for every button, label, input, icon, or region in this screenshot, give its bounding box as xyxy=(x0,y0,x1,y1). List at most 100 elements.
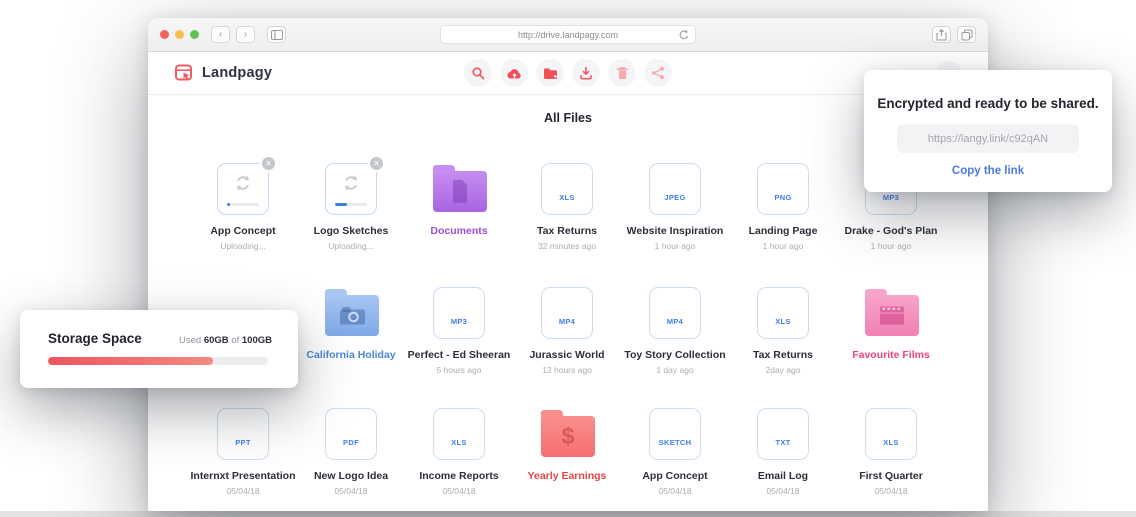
sync-icon xyxy=(340,172,362,194)
share-page-icon[interactable] xyxy=(932,26,951,43)
file-type-label: XLS xyxy=(865,438,917,447)
file-name: Logo Sketches xyxy=(314,225,389,237)
file-type-label: SKETCH xyxy=(649,438,701,447)
file-name: New Logo Idea xyxy=(314,470,388,482)
file-item[interactable]: XLSTax Returns2day ago xyxy=(729,287,837,375)
delete-button[interactable] xyxy=(608,59,636,87)
logo[interactable]: Landpagy xyxy=(174,63,272,84)
file-type-label: XLS xyxy=(541,193,593,202)
file-item[interactable]: JPEGWebsite Inspiration1 hour ago xyxy=(621,163,729,251)
new-folder-icon xyxy=(543,67,558,80)
folder-icon: $ xyxy=(541,416,595,457)
file-type-label: PNG xyxy=(757,193,809,202)
file-item[interactable]: XLSTax Returns32 minutes ago xyxy=(513,163,621,251)
file-item[interactable]: MP3Perfect - Ed Sheeran5 hours ago xyxy=(405,287,513,375)
file-row-1: ✕App ConceptUploading...✕Logo SketchesUp… xyxy=(189,163,945,251)
forward-button[interactable]: › xyxy=(236,26,255,43)
file-name: Documents xyxy=(430,225,487,237)
file-item[interactable]: TXTEmail Log05/04/18 xyxy=(729,408,837,496)
tabs-icon[interactable] xyxy=(957,26,976,43)
file-type-label: XLS xyxy=(757,317,809,326)
file-item[interactable]: California Holiday xyxy=(297,287,405,375)
back-button[interactable]: ‹ xyxy=(211,26,230,43)
file-tile: JPEG xyxy=(649,163,701,215)
upload-button[interactable] xyxy=(500,59,528,87)
file-name: Tax Returns xyxy=(753,349,813,361)
file-item[interactable]: PDF New Logo Idea 05/04/18 xyxy=(297,408,405,496)
file-name: App Concept xyxy=(642,470,707,482)
file-name: Internxt Presentation xyxy=(190,470,295,482)
file-tile xyxy=(325,287,377,339)
file-meta: 05/04/18 xyxy=(226,486,259,496)
upload-cancel-button[interactable]: ✕ xyxy=(262,157,275,170)
file-item[interactable]: Favourite Films xyxy=(837,287,945,375)
file-item[interactable]: MP4Toy Story Collection1 day ago xyxy=(621,287,729,375)
minimize-window-button[interactable] xyxy=(175,30,184,39)
file-item[interactable]: MP4Jurassic World12 hours ago xyxy=(513,287,621,375)
storage-usage-text: Used 60GB of 100GB xyxy=(179,335,272,346)
share-button[interactable] xyxy=(644,59,672,87)
trash-icon xyxy=(616,66,629,80)
browser-window: ‹ › http://drive.landpagy.com xyxy=(148,18,988,511)
toolbar xyxy=(464,59,672,87)
file-item[interactable]: ✕App ConceptUploading... xyxy=(189,163,297,251)
file-name: Tax Returns xyxy=(537,225,597,237)
new-folder-button[interactable] xyxy=(536,59,564,87)
file-item[interactable]: SKETCHApp Concept05/04/18 xyxy=(621,408,729,496)
zoom-window-button[interactable] xyxy=(190,30,199,39)
file-meta: 05/04/18 xyxy=(874,486,907,496)
file-meta: 1 day ago xyxy=(656,365,693,375)
file-item[interactable]: PPTInternxt Presentation05/04/18 xyxy=(189,408,297,496)
file-name: Jurassic World xyxy=(529,349,604,361)
file-name: Website Inspiration xyxy=(627,225,724,237)
file-item[interactable]: ✕Logo SketchesUploading... xyxy=(297,163,405,251)
file-item[interactable]: XLSIncome Reports05/04/18 xyxy=(405,408,513,496)
download-button[interactable] xyxy=(572,59,600,87)
file-tile xyxy=(433,163,485,215)
file-item[interactable]: PNG Landing Page 1 hour ago xyxy=(729,163,837,251)
upload-cloud-icon xyxy=(507,67,522,80)
sidebar-toggle-icon[interactable] xyxy=(267,26,286,43)
file-meta: 05/04/18 xyxy=(442,486,475,496)
share-icon xyxy=(651,66,665,80)
file-item[interactable]: XLS First Quarter 05/04/18 xyxy=(837,408,945,496)
file-meta: 05/04/18 xyxy=(766,486,799,496)
file-type-label: XLS xyxy=(433,438,485,447)
file-tile: PNG xyxy=(757,163,809,215)
file-tile: MP3 xyxy=(433,287,485,339)
file-row-3: PPTInternxt Presentation05/04/18PDFNew L… xyxy=(189,408,945,496)
file-item[interactable]: $Yearly Earnings xyxy=(513,408,621,496)
logo-text: Landpagy xyxy=(202,65,272,81)
file-tile: ✕ xyxy=(217,163,269,215)
upload-cancel-button[interactable]: ✕ xyxy=(370,157,383,170)
folder-icon xyxy=(865,295,919,336)
file-tile: PDF xyxy=(325,408,377,460)
close-window-button[interactable] xyxy=(160,30,169,39)
file-name: Toy Story Collection xyxy=(624,349,725,361)
file-meta: 1 hour ago xyxy=(763,241,804,251)
refresh-icon[interactable] xyxy=(678,29,690,43)
file-tile: $ xyxy=(541,408,593,460)
file-tile: ✕ xyxy=(325,163,377,215)
copy-link-button[interactable]: Copy the link xyxy=(864,165,1112,177)
file-name: California Holiday xyxy=(306,349,395,361)
file-item[interactable]: Documents xyxy=(405,163,513,251)
file-name: Perfect - Ed Sheeran xyxy=(408,349,511,361)
file-name: Landing Page xyxy=(749,225,818,237)
share-link-card: Encrypted and ready to be shared. https:… xyxy=(864,70,1112,192)
clapperboard-glyph-icon xyxy=(879,306,905,325)
file-row-2: California Holiday MP3 Perfect - Ed Sheera… xyxy=(189,287,945,375)
file-name: Favourite Films xyxy=(852,349,930,361)
file-tile: SKETCH xyxy=(649,408,701,460)
file-tile xyxy=(865,287,917,339)
camera-glyph-icon xyxy=(339,306,366,325)
document-glyph-icon xyxy=(451,180,469,203)
file-meta: 05/04/18 xyxy=(334,486,367,496)
file-name: App Concept xyxy=(210,225,275,237)
file-type-label: PDF xyxy=(325,438,377,447)
share-link-field[interactable]: https://langy.link/c92qAN xyxy=(897,124,1079,153)
file-name: First Quarter xyxy=(859,470,923,482)
upload-progress-bar xyxy=(227,203,259,206)
search-button[interactable] xyxy=(464,59,492,87)
url-bar[interactable]: http://drive.landpagy.com xyxy=(440,25,696,44)
